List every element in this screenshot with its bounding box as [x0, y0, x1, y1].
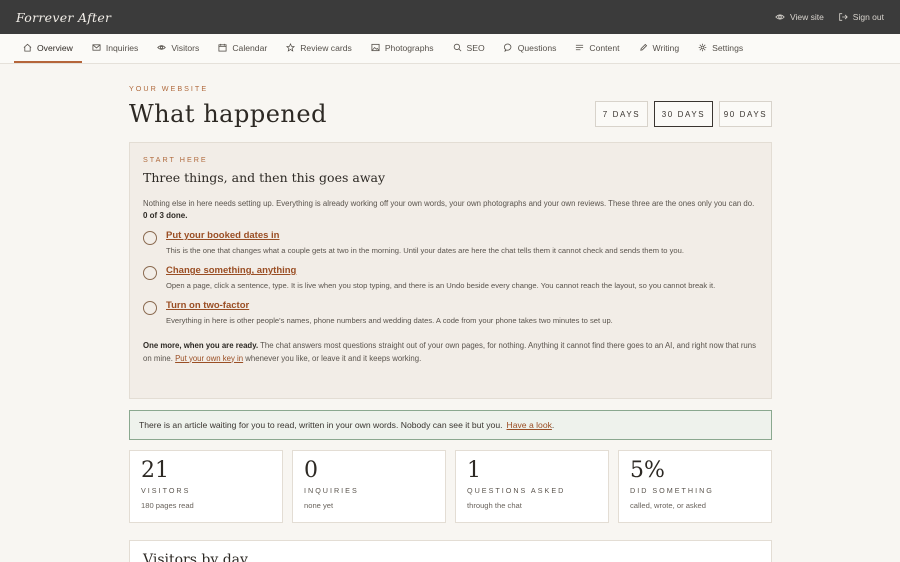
stat-label: QUESTIONS ASKED — [467, 486, 566, 495]
stat-value: 0 — [304, 458, 318, 483]
tab-label: Review cards — [300, 42, 352, 53]
stat-subtext: through the chat — [467, 501, 522, 510]
pencil-icon — [639, 43, 647, 51]
main-nav: Overview Inquiries Visitors Calendar Rev… — [0, 34, 900, 64]
tab-calendar[interactable]: Calendar — [209, 34, 276, 63]
tab-review-cards[interactable]: Review cards — [277, 34, 361, 63]
range-selector: 7 DAYS 30 DAYS 90 DAYS — [595, 101, 772, 127]
tab-label: Photographs — [384, 42, 434, 53]
task-checkbox[interactable] — [143, 231, 157, 245]
eye-icon — [157, 45, 167, 50]
stat-label: INQUIRIES — [304, 486, 359, 495]
tab-label: Content — [589, 42, 620, 53]
stat-subtext: called, wrote, or asked — [630, 501, 706, 510]
task-checkbox[interactable] — [143, 266, 157, 280]
gear-icon — [698, 43, 707, 52]
stat-card-questions: 1 QUESTIONS ASKED through the chat — [455, 450, 609, 523]
task-link[interactable]: Put your booked dates in — [166, 230, 684, 241]
tab-writing[interactable]: Writing — [630, 34, 689, 63]
tab-label: Writing — [652, 42, 680, 53]
stat-label: DID SOMETHING — [630, 486, 714, 495]
range-90-days-button[interactable]: 90 DAYS — [719, 101, 772, 127]
view-site-label: View site — [789, 12, 824, 22]
stats-row: 21 VISITORS 180 pages read 0 INQUIRIES n… — [129, 450, 772, 523]
mail-icon — [92, 44, 101, 51]
visitors-by-day-card: Visitors by day — [129, 540, 772, 562]
sign-out-link[interactable]: Sign out — [838, 12, 884, 22]
stat-card-visitors: 21 VISITORS 180 pages read — [129, 450, 283, 523]
start-eyebrow: START HERE — [143, 155, 208, 164]
brand-logo[interactable]: Forrever After — [16, 10, 111, 25]
stat-value: 1 — [467, 458, 481, 483]
own-key-link[interactable]: Put your own key in — [175, 354, 243, 363]
tab-label: Visitors — [171, 42, 200, 53]
task-item: Change something, anything Open a page, … — [143, 265, 758, 290]
tab-overview[interactable]: Overview — [14, 34, 82, 63]
task-item: Put your booked dates in This is the one… — [143, 230, 758, 255]
tab-content[interactable]: Content — [566, 34, 628, 63]
stat-value: 21 — [141, 458, 169, 483]
section-eyebrow: YOUR WEBSITE — [129, 84, 209, 93]
tab-seo[interactable]: SEO — [444, 34, 494, 63]
start-here-card: START HERE Three things, and then this g… — [129, 142, 772, 399]
tab-questions[interactable]: Questions — [495, 34, 566, 63]
stat-value: 5% — [630, 458, 665, 483]
tab-photographs[interactable]: Photographs — [362, 34, 443, 63]
task-description: Everything in here is other people's nam… — [166, 316, 613, 325]
start-intro: Nothing else in here needs setting up. E… — [143, 199, 755, 208]
sign-out-label: Sign out — [852, 12, 884, 22]
task-item: Turn on two-factor Everything in here is… — [143, 300, 758, 325]
have-a-look-link[interactable]: Have a look — [507, 420, 552, 430]
image-icon — [371, 43, 380, 52]
task-description: Open a page, click a sentence, type. It … — [166, 281, 716, 290]
task-checkbox[interactable] — [143, 301, 157, 315]
stat-subtext: 180 pages read — [141, 501, 194, 510]
lines-icon — [576, 44, 584, 51]
tab-inquiries[interactable]: Inquiries — [83, 34, 147, 63]
star-icon — [286, 43, 296, 52]
one-more-tail: whenever you like, or leave it and it ke… — [245, 353, 422, 363]
task-link[interactable]: Turn on two-factor — [166, 300, 613, 311]
top-bar: Forrever After View site Sign out — [0, 0, 900, 34]
start-title: Three things, and then this goes away — [143, 170, 386, 185]
tab-visitors[interactable]: Visitors — [148, 34, 208, 63]
tab-label: Calendar — [232, 42, 268, 53]
stat-card-inquiries: 0 INQUIRIES none yet — [292, 450, 446, 523]
search-icon — [453, 43, 461, 52]
stat-subtext: none yet — [304, 501, 334, 510]
range-7-days-button[interactable]: 7 DAYS — [595, 101, 648, 127]
tab-label: Inquiries — [105, 42, 139, 53]
view-site-link[interactable]: View site — [775, 12, 824, 22]
home-icon — [23, 43, 32, 52]
visitors-by-day-title: Visitors by day — [143, 552, 248, 562]
notice-text: There is an article waiting for you to r… — [139, 420, 503, 430]
stat-card-did-something: 5% DID SOMETHING called, wrote, or asked — [618, 450, 772, 523]
range-30-days-button[interactable]: 30 DAYS — [654, 101, 713, 127]
sign-out-icon — [839, 13, 848, 21]
tab-label: Settings — [712, 42, 744, 53]
tab-settings[interactable]: Settings — [689, 34, 752, 63]
task-description: This is the one that changes what a coup… — [166, 246, 684, 255]
tab-label: Questions — [517, 42, 557, 53]
progress-text: 0 of 3 done. — [143, 211, 188, 220]
main-content: YOUR WEBSITE What happened 7 DAYS 30 DAY… — [129, 84, 772, 523]
page-title: What happened — [129, 100, 327, 128]
one-more-note: One more, when you are ready. The chat a… — [143, 340, 758, 365]
article-notice: There is an article waiting for you to r… — [129, 410, 772, 440]
stat-label: VISITORS — [141, 486, 191, 495]
notice-tail: . — [551, 420, 555, 430]
one-more-heading: One more, when you are ready. — [143, 341, 259, 350]
tab-label: SEO — [466, 42, 485, 53]
eye-icon — [775, 14, 785, 20]
task-link[interactable]: Change something, anything — [166, 265, 715, 276]
tab-label: Overview — [37, 42, 73, 53]
chat-bubble-icon — [503, 43, 512, 52]
calendar-icon — [218, 43, 227, 52]
